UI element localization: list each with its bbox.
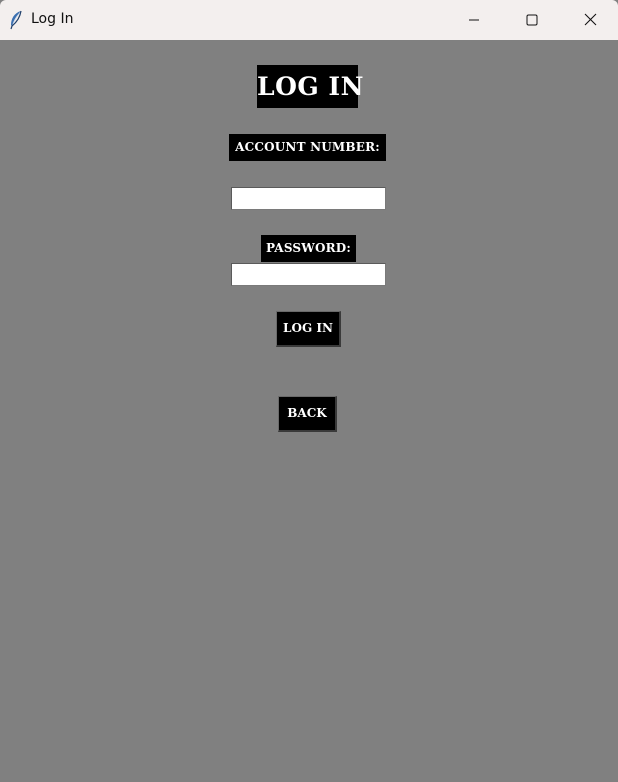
close-icon xyxy=(584,11,597,30)
password-label: PASSWORD: xyxy=(261,235,356,262)
login-button[interactable]: LOG IN xyxy=(276,311,341,347)
password-field[interactable] xyxy=(231,263,386,286)
account-number-field[interactable] xyxy=(231,187,386,210)
minimize-button[interactable] xyxy=(445,0,503,40)
account-number-label: ACCOUNT NUMBER: xyxy=(229,134,386,161)
app-window: Log In LOG IN ACCOUNT NUMBER: PASSWORD: … xyxy=(0,0,618,782)
maximize-button[interactable] xyxy=(503,0,561,40)
title-bar[interactable]: Log In xyxy=(0,0,618,40)
maximize-icon xyxy=(526,11,538,30)
page-title: LOG IN xyxy=(257,65,363,108)
back-button[interactable]: BACK xyxy=(278,396,337,432)
minimize-icon xyxy=(468,11,480,30)
close-button[interactable] xyxy=(561,0,618,40)
feather-icon xyxy=(8,10,24,30)
window-title: Log In xyxy=(31,11,74,27)
